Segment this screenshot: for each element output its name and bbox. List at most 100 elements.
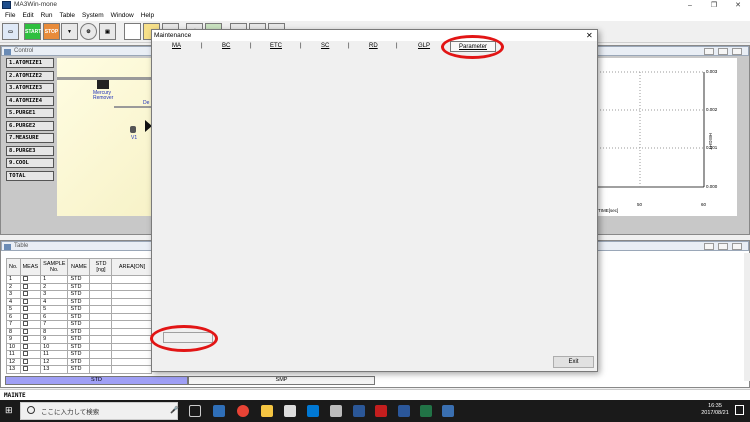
start-button[interactable]: START — [24, 23, 41, 40]
sample-icon[interactable]: ▼ — [61, 23, 78, 40]
std-cell[interactable] — [89, 275, 113, 284]
maximize-button[interactable] — [718, 48, 728, 55]
exit-button[interactable]: Exit — [553, 356, 594, 368]
std-cell[interactable] — [89, 327, 113, 336]
std-cell[interactable] — [89, 365, 113, 374]
restore-button[interactable]: ❐ — [702, 0, 726, 11]
meas-checkbox[interactable] — [19, 297, 42, 306]
area-cell[interactable] — [111, 342, 153, 351]
checkbox-icon[interactable] — [22, 298, 28, 304]
checkbox-icon[interactable] — [22, 358, 28, 364]
app-icon[interactable] — [353, 405, 365, 417]
minimize-button[interactable] — [704, 243, 714, 250]
menu-system[interactable]: System — [82, 11, 104, 21]
close-button[interactable]: ✕ — [726, 0, 750, 11]
table-row[interactable]: 4 4 STD — [6, 297, 153, 306]
minimize-button[interactable] — [704, 48, 714, 55]
table-row[interactable]: 7 7 STD — [6, 320, 153, 329]
sequence-button[interactable]: 7.MEASURE — [6, 133, 54, 143]
menu-help[interactable]: Help — [141, 11, 154, 21]
menu-file[interactable]: File — [5, 11, 15, 21]
area-cell[interactable] — [111, 305, 153, 314]
area-cell[interactable] — [111, 275, 153, 284]
vertical-scrollbar[interactable] — [744, 253, 750, 381]
table-row[interactable]: 10 10 STD — [6, 342, 153, 351]
sequence-button[interactable]: 2.ATOMIZE2 — [6, 70, 54, 81]
mail-icon[interactable] — [284, 405, 296, 417]
table-row[interactable]: 8 8 STD — [6, 327, 153, 336]
std-cell[interactable] — [89, 335, 113, 344]
meas-checkbox[interactable] — [19, 290, 42, 299]
tab-bc[interactable]: BC — [222, 43, 230, 49]
tab-etc[interactable]: ETC — [270, 43, 282, 49]
monitor-icon[interactable]: ▭ — [2, 23, 19, 40]
meas-checkbox[interactable] — [19, 320, 42, 329]
sequence-button[interactable]: 3.ATOMIZE3 — [6, 83, 54, 93]
pdf-icon[interactable] — [375, 405, 387, 417]
sequence-button[interactable]: 9.COOL — [6, 158, 54, 168]
menu-edit[interactable]: Edit — [22, 11, 33, 21]
gear-icon[interactable]: ⚙ — [80, 23, 97, 40]
minimize-button[interactable]: – — [678, 0, 702, 11]
close-icon[interactable]: ✕ — [586, 31, 593, 40]
sequence-button[interactable]: 4.ATOMIZE4 — [6, 95, 54, 106]
checkbox-icon[interactable] — [22, 351, 28, 357]
table-row[interactable]: 3 3 STD — [6, 290, 153, 299]
std-cell[interactable] — [89, 342, 113, 351]
sequence-button[interactable]: 6.PURGE2 — [6, 120, 54, 131]
table-row[interactable]: 11 11 STD — [6, 350, 153, 359]
table-row[interactable]: 13 13 STD — [6, 365, 153, 374]
maximize-button[interactable] — [718, 243, 728, 250]
meas-checkbox[interactable] — [19, 335, 42, 344]
task-view-icon[interactable] — [189, 405, 201, 417]
meas-checkbox[interactable] — [19, 342, 42, 351]
menu-run[interactable]: Run — [41, 11, 53, 21]
meas-checkbox[interactable] — [19, 305, 42, 314]
sequence-button[interactable]: 5.PURGE1 — [6, 108, 54, 118]
ma3win-taskbar-icon[interactable] — [442, 405, 454, 417]
checkbox-icon[interactable] — [22, 291, 28, 297]
sequence-button[interactable]: 1.ATOMIZE1 — [6, 58, 54, 68]
notification-icon[interactable] — [735, 405, 744, 415]
checkbox-icon[interactable] — [22, 321, 28, 327]
area-cell[interactable] — [111, 297, 153, 306]
chrome-icon[interactable] — [237, 405, 249, 417]
checkbox-icon[interactable] — [22, 283, 28, 289]
table-row[interactable]: 12 12 STD — [6, 357, 153, 366]
area-cell[interactable] — [111, 290, 153, 299]
std-cell[interactable] — [89, 297, 113, 306]
area-cell[interactable] — [111, 335, 153, 344]
sequence-button[interactable]: TOTAL — [6, 170, 54, 181]
tab-glp[interactable]: GLP — [418, 43, 430, 49]
table-row[interactable]: 6 6 STD — [6, 312, 153, 321]
computer-icon[interactable]: ▣ — [99, 23, 116, 40]
checkbox-icon[interactable] — [22, 366, 28, 372]
meas-checkbox[interactable] — [19, 275, 42, 284]
edge-icon[interactable] — [213, 405, 225, 417]
new-file-icon[interactable] — [124, 23, 141, 40]
std-cell[interactable] — [89, 305, 113, 314]
meas-checkbox[interactable] — [19, 357, 42, 366]
taskbar-clock[interactable]: 16:35 2017/08/21 — [700, 403, 730, 417]
checkbox-icon[interactable] — [22, 343, 28, 349]
sequence-button[interactable]: 8.PURGE3 — [6, 145, 54, 156]
area-cell[interactable] — [111, 350, 153, 359]
area-cell[interactable] — [111, 312, 153, 321]
outlook-icon[interactable] — [307, 405, 319, 417]
menu-table[interactable]: Table — [59, 11, 75, 21]
microphone-icon[interactable]: 🎤 — [170, 406, 179, 414]
meas-checkbox[interactable] — [19, 350, 42, 359]
checkbox-icon[interactable] — [22, 276, 28, 282]
std-cell[interactable] — [89, 290, 113, 299]
meas-checkbox[interactable] — [19, 312, 42, 321]
meas-checkbox[interactable] — [19, 327, 42, 336]
word-icon[interactable] — [398, 405, 410, 417]
tab-rd[interactable]: RD — [369, 43, 378, 49]
folder-icon[interactable] — [261, 405, 273, 417]
tab-ma[interactable]: MA — [172, 43, 181, 49]
tab-sc[interactable]: SC — [321, 43, 329, 49]
tab-std[interactable]: STD — [5, 376, 188, 385]
table-row[interactable]: 1 1 STD — [6, 275, 153, 284]
std-cell[interactable] — [89, 320, 113, 329]
area-cell[interactable] — [111, 365, 153, 374]
